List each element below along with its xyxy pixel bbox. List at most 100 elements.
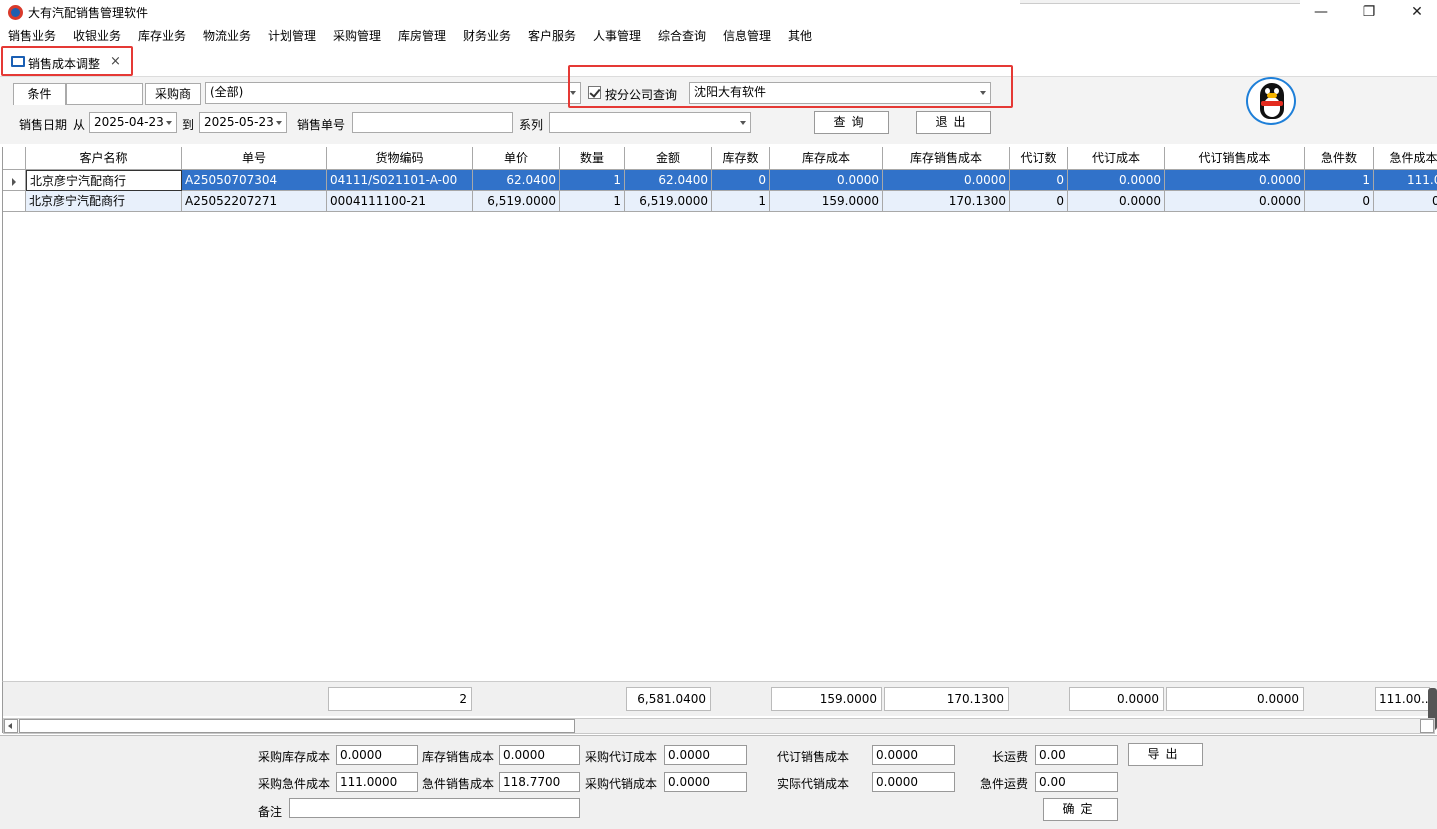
supplier-button[interactable]: 采购商 [145,83,201,105]
remark-field[interactable] [289,798,580,818]
col-header-urgent-qty[interactable]: 急件数 [1305,147,1374,170]
purchase-consign-cost-label: 采购代销成本 [585,777,658,791]
urgent-sale-cost-field[interactable]: 118.7700 [499,772,580,792]
cell-order-no[interactable]: A25050707304 [182,170,327,191]
total-order-cost: 0.0000 [1069,687,1164,711]
condition-tab[interactable]: 条件 [13,83,66,105]
condition-input[interactable] [66,83,143,105]
cell-stock-cost[interactable]: 0.0000 [770,170,883,191]
cell-order-sale-cost[interactable]: 0.0000 [1165,191,1305,212]
confirm-button[interactable]: 确定 [1043,798,1118,821]
col-header-order-cost[interactable]: 代订成本 [1068,147,1165,170]
cell-urgent-cost[interactable]: 0.0000 [1374,191,1437,212]
cell-stock-qty[interactable]: 1 [712,191,770,212]
menu-info-management[interactable]: 信息管理 [723,27,771,44]
cell-stock-sale-cost[interactable]: 0.0000 [883,170,1010,191]
scroll-right-arrow-icon[interactable] [1420,719,1434,733]
menu-finance[interactable]: 财务业务 [463,27,511,44]
menu-logistics[interactable]: 物流业务 [203,27,251,44]
menu-purchasing[interactable]: 采购管理 [333,27,381,44]
cell-amount[interactable]: 6,519.0000 [625,191,712,212]
cell-quantity[interactable]: 1 [560,191,625,212]
supplier-select[interactable]: (全部) [205,82,581,104]
purchase-stock-cost-field[interactable]: 0.0000 [336,745,418,765]
company-select[interactable]: 沈阳大有软件 [689,82,991,104]
cell-urgent-cost[interactable]: 111.0000 [1374,170,1437,191]
by-company-checkbox[interactable] [588,86,601,99]
long-freight-field[interactable]: 0.00 [1035,745,1118,765]
total-quantity: 2 [328,687,472,711]
current-row-arrow-icon [12,178,16,186]
menu-sales[interactable]: 销售业务 [8,27,56,44]
menu-other[interactable]: 其他 [788,27,812,44]
col-header-order-sale-cost[interactable]: 代订销售成本 [1165,147,1305,170]
col-header-stock-cost[interactable]: 库存成本 [770,147,883,170]
minimize-button[interactable]: — [1298,0,1344,24]
cell-order-cost[interactable]: 0.0000 [1068,191,1165,212]
order-no-input[interactable] [352,112,513,133]
cell-urgent-qty[interactable]: 1 [1305,170,1374,191]
cell-stock-cost[interactable]: 159.0000 [770,191,883,212]
purchase-order-cost-field[interactable]: 0.0000 [664,745,747,765]
cell-order-cost[interactable]: 0.0000 [1068,170,1165,191]
date-to-picker[interactable]: 2025-05-23 [199,112,287,133]
cell-stock-qty[interactable]: 0 [712,170,770,191]
purchase-urgent-cost-field[interactable]: 111.0000 [336,772,418,792]
row-header[interactable] [3,191,26,212]
series-label: 系列 [519,118,544,132]
cell-unit-price[interactable]: 6,519.0000 [473,191,560,212]
col-header-customer[interactable]: 客户名称 [26,147,182,170]
close-window-button[interactable]: ✕ [1394,0,1437,24]
cell-order-sale-cost[interactable]: 0.0000 [1165,170,1305,191]
series-select[interactable] [549,112,751,133]
order-sale-cost-field[interactable]: 0.0000 [872,745,955,765]
query-button[interactable]: 查询 [814,111,889,134]
exit-button[interactable]: 退出 [916,111,991,134]
menu-cashier[interactable]: 收银业务 [73,27,121,44]
tab-close-icon[interactable]: × [110,54,121,69]
col-header-stock-sale-cost[interactable]: 库存销售成本 [883,147,1010,170]
cell-stock-sale-cost[interactable]: 170.1300 [883,191,1010,212]
scrollbar-thumb[interactable] [19,719,575,733]
col-header-unit-price[interactable]: 单价 [473,147,560,170]
total-urgent-cost: 111.00... [1375,687,1430,711]
stock-sale-cost-field[interactable]: 0.0000 [499,745,580,765]
restore-button[interactable]: ❐ [1346,0,1392,24]
col-header-stock-qty[interactable]: 库存数 [712,147,770,170]
menu-general-query[interactable]: 综合查询 [658,27,706,44]
scroll-left-arrow-icon[interactable] [4,719,18,733]
qq-chat-icon[interactable] [1246,77,1296,125]
col-header-quantity[interactable]: 数量 [560,147,625,170]
menu-inventory[interactable]: 库存业务 [138,27,186,44]
app-logo-icon [8,5,23,20]
col-header-order-qty[interactable]: 代订数 [1010,147,1068,170]
cell-urgent-qty[interactable]: 0 [1305,191,1374,212]
cell-unit-price[interactable]: 62.0400 [473,170,560,191]
cell-customer[interactable]: 北京彦宁汽配商行 [26,191,182,212]
date-from-picker[interactable]: 2025-04-23 [89,112,177,133]
menu-planning[interactable]: 计划管理 [268,27,316,44]
menu-hr[interactable]: 人事管理 [593,27,641,44]
cell-quantity[interactable]: 1 [560,170,625,191]
cell-order-qty[interactable]: 0 [1010,191,1068,212]
export-button[interactable]: 导出 [1128,743,1203,766]
urgent-freight-field[interactable]: 0.00 [1035,772,1118,792]
total-stock-sale-cost: 170.1300 [884,687,1009,711]
menu-customer-service[interactable]: 客户服务 [528,27,576,44]
purchase-consign-cost-field[interactable]: 0.0000 [664,772,747,792]
long-freight-label: 长运费 [992,750,1029,764]
cell-order-no[interactable]: A25052207271 [182,191,327,212]
actual-consign-cost-field[interactable]: 0.0000 [872,772,955,792]
cell-part-code[interactable]: 04111/S021101-A-00 [327,170,473,191]
cell-part-code[interactable]: 0004111100-21 [327,191,473,212]
qq-penguin-scarf [1261,101,1283,106]
cell-customer[interactable]: 北京彦宁汽配商行 [26,170,182,191]
col-header-urgent-cost[interactable]: 急件成本 [1374,147,1437,170]
cell-order-qty[interactable]: 0 [1010,170,1068,191]
sales-cost-grid[interactable]: 客户名称 单号 货物编码 单价 数量 金额 库存数 库存成本 库存销售成本 代订… [2,147,1437,733]
menu-warehouse[interactable]: 库房管理 [398,27,446,44]
col-header-part-code[interactable]: 货物编码 [327,147,473,170]
cell-amount[interactable]: 62.0400 [625,170,712,191]
col-header-order-no[interactable]: 单号 [182,147,327,170]
col-header-amount[interactable]: 金额 [625,147,712,170]
